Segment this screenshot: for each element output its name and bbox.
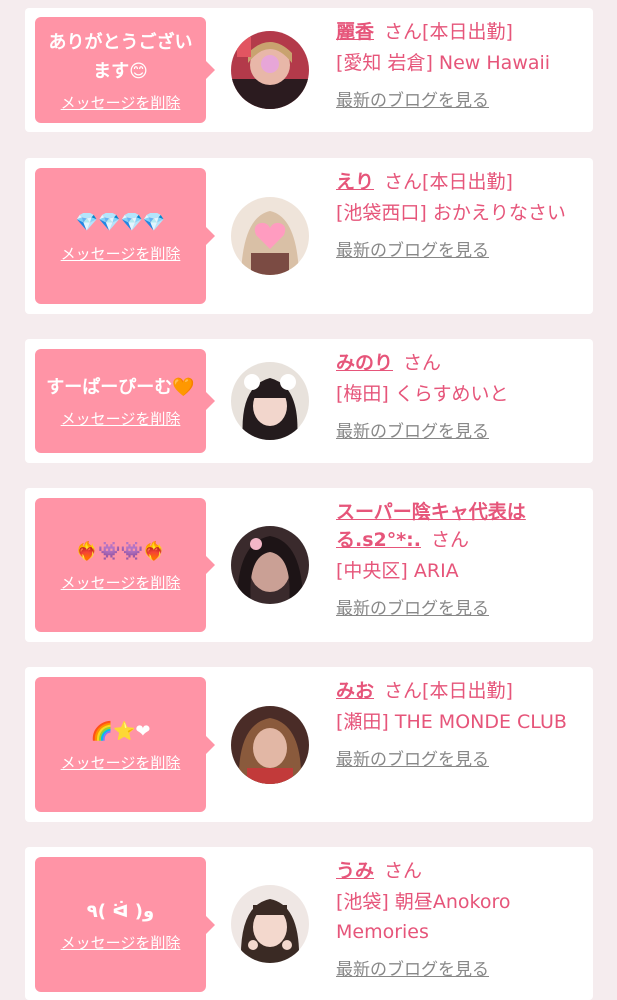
- message-text: ٩( ᐛ )و: [86, 900, 155, 922]
- honorific: さん: [403, 352, 442, 374]
- latest-blog-link[interactable]: 最新のブログを見る: [336, 86, 576, 111]
- avatar[interactable]: [231, 31, 309, 109]
- message-bubble: ٩( ᐛ )و メッセージを削除: [35, 857, 215, 992]
- honorific: さん: [384, 21, 423, 43]
- profile-info: スーパー陰キャ代表は る.s2°*:. さん [中央区] ARIA 最新のブログを…: [336, 498, 576, 619]
- shop-location: [瀬田] THE MONDE CLUB: [336, 711, 567, 733]
- avatar-photo: [231, 526, 309, 604]
- girl-name-link[interactable]: みお: [336, 680, 374, 702]
- delete-message-link[interactable]: メッセージを削除: [61, 572, 181, 593]
- delete-message-link[interactable]: メッセージを削除: [61, 752, 181, 773]
- message-bubble: ❤️‍🔥👾👾❤️‍🔥 メッセージを削除: [35, 498, 215, 632]
- profile-info: うみ さん [池袋] 朝昼Anokoro Memories 最新のブログを見る: [336, 857, 576, 980]
- honorific: さん: [431, 529, 470, 551]
- girl-name-link[interactable]: 麗香: [336, 21, 374, 43]
- latest-blog-link[interactable]: 最新のブログを見る: [336, 594, 576, 619]
- avatar-photo: [231, 362, 309, 440]
- avatar-photo: [231, 31, 309, 109]
- message-bubble: 💎💎💎💎 メッセージを削除: [35, 168, 215, 304]
- message-list: ありがとうございます😊 メッセージを削除 麗香 さん[本日出勤] [愛知 岩倉] …: [0, 0, 617, 1000]
- message-card: ❤️‍🔥👾👾❤️‍🔥 メッセージを削除 スーパー陰キャ代表は る.s2°*:. さ…: [25, 488, 593, 642]
- message-bubble: ありがとうございます😊 メッセージを削除: [35, 17, 215, 123]
- honorific: さん: [384, 860, 423, 882]
- latest-blog-link[interactable]: 最新のブログを見る: [336, 745, 576, 770]
- avatar-photo: [231, 706, 309, 784]
- girl-name-link[interactable]: うみ: [336, 860, 374, 882]
- latest-blog-link[interactable]: 最新のブログを見る: [336, 955, 576, 980]
- delete-message-link[interactable]: メッセージを削除: [61, 243, 181, 264]
- shop-location: [池袋西口] おかえりなさい: [336, 202, 566, 224]
- profile-info: みのり さん [梅田] くらすめいと 最新のブログを見る: [336, 349, 576, 442]
- message-text: すーぱーぴーむ🧡: [46, 377, 195, 398]
- latest-blog-link[interactable]: 最新のブログを見る: [336, 236, 576, 261]
- shop-location: [梅田] くらすめいと: [336, 383, 509, 405]
- message-text: 💎💎💎💎: [75, 212, 166, 233]
- shop-location: [中央区] ARIA: [336, 560, 459, 582]
- shop-location: [愛知 岩倉] New Hawaii: [336, 52, 551, 74]
- message-card: 🌈⭐❤ メッセージを削除 みお さん[本日出勤] [瀬田] THE MONDE C…: [25, 667, 593, 822]
- message-card: 💎💎💎💎 メッセージを削除 えり さん[本日出勤] [池袋西口] おかえりなさい …: [25, 158, 593, 314]
- shop-location: [池袋] 朝昼Anokoro Memories: [336, 891, 511, 943]
- work-status: [本日出勤]: [422, 21, 513, 43]
- honorific: さん: [384, 680, 423, 702]
- message-card: すーぱーぴーむ🧡 メッセージを削除 みのり さん [梅田] くらすめいと 最新のブ…: [25, 339, 593, 463]
- message-text: 🌈⭐❤: [90, 720, 151, 742]
- delete-message-link[interactable]: メッセージを削除: [61, 92, 181, 113]
- avatar[interactable]: [231, 197, 309, 275]
- delete-message-link[interactable]: メッセージを削除: [61, 408, 181, 429]
- profile-info: えり さん[本日出勤] [池袋西口] おかえりなさい 最新のブログを見る: [336, 168, 576, 261]
- profile-info: みお さん[本日出勤] [瀬田] THE MONDE CLUB 最新のブログを見る: [336, 677, 576, 770]
- profile-info: 麗香 さん[本日出勤] [愛知 岩倉] New Hawaii 最新のブログを見る: [336, 18, 576, 111]
- avatar[interactable]: [231, 706, 309, 784]
- avatar[interactable]: [231, 526, 309, 604]
- message-text: ありがとうございます😊: [48, 31, 193, 82]
- avatar[interactable]: [231, 362, 309, 440]
- avatar[interactable]: [231, 885, 309, 963]
- message-bubble: 🌈⭐❤ メッセージを削除: [35, 677, 215, 812]
- latest-blog-link[interactable]: 最新のブログを見る: [336, 417, 576, 442]
- avatar-photo: [231, 885, 309, 963]
- delete-message-link[interactable]: メッセージを削除: [61, 932, 181, 953]
- message-bubble: すーぱーぴーむ🧡 メッセージを削除: [35, 349, 215, 453]
- honorific: さん: [384, 171, 423, 193]
- message-card: ありがとうございます😊 メッセージを削除 麗香 さん[本日出勤] [愛知 岩倉] …: [25, 8, 593, 132]
- avatar-photo: [231, 197, 309, 275]
- work-status: [本日出勤]: [422, 171, 513, 193]
- message-card: ٩( ᐛ )و メッセージを削除 うみ さん [池袋] 朝昼Anokoro Mem…: [25, 847, 593, 1000]
- girl-name-link[interactable]: えり: [336, 171, 374, 193]
- message-text: ❤️‍🔥👾👾❤️‍🔥: [75, 541, 166, 562]
- girl-name-link[interactable]: みのり: [336, 352, 393, 374]
- work-status: [本日出勤]: [422, 680, 513, 702]
